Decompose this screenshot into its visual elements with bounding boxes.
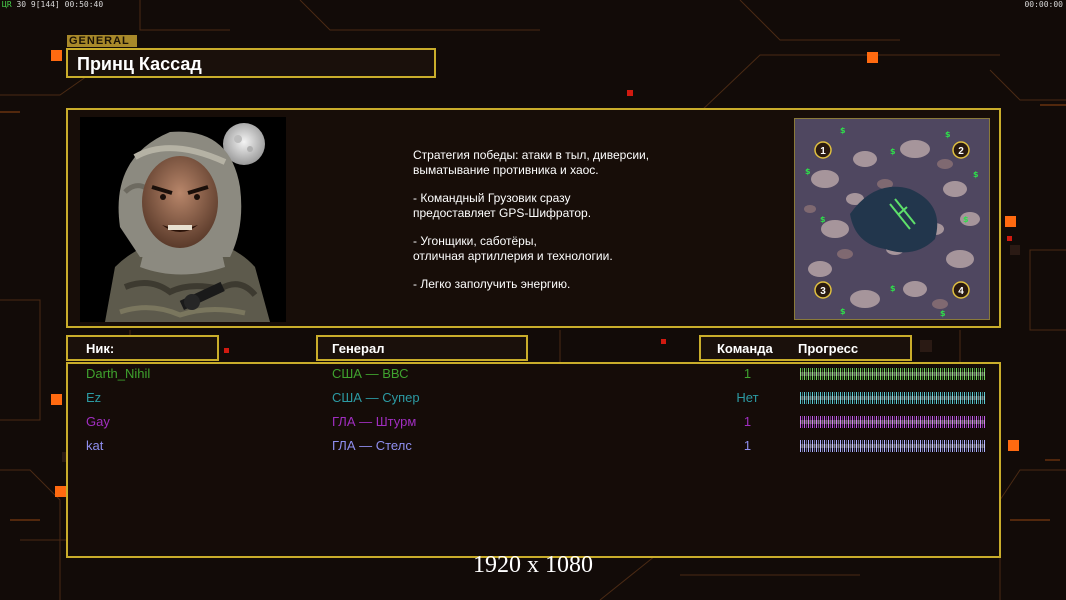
start-position-4-label: 4 <box>958 286 964 297</box>
player-general: США — Супер <box>332 390 420 405</box>
hud-clock: 00:00:00 <box>1024 0 1063 9</box>
money-pile: $ <box>945 130 951 139</box>
general-portrait <box>80 117 286 322</box>
column-header-general: Генерал <box>316 335 528 361</box>
player-row: kat ГЛА — Стелс 1 <box>0 436 1066 456</box>
description-line-1: Стратегия победы: атаки в тыл, диверсии,… <box>413 148 650 177</box>
money-pile: $ <box>840 307 846 316</box>
player-row: Gay ГЛА — Штурм 1 <box>0 412 1066 432</box>
description-line-3: - Угонщики, саботёры, отличная артиллери… <box>413 234 613 263</box>
portrait-image <box>105 123 270 322</box>
player-general: ГЛА — Штурм <box>332 414 417 429</box>
money-pile: $ <box>890 147 896 156</box>
player-row: Darth_Nihil США — ВВС 1 <box>0 364 1066 384</box>
description-line-4: - Легко заполучить энергию. <box>413 277 571 291</box>
map-preview: $ $ $ $ $ $ $ $ $ $ 1 2 3 4 <box>794 118 990 320</box>
column-header-nick-label: Ник: <box>86 341 115 356</box>
player-nick: Ez <box>86 390 102 405</box>
start-position-1[interactable]: 1 <box>814 141 832 159</box>
money-pile: $ <box>963 215 969 224</box>
description-line-2: - Командный Грузовик сразу предоставляет… <box>413 191 592 220</box>
column-header-team-progress: Команда Прогресс <box>699 335 912 361</box>
money-pile: $ <box>840 126 846 135</box>
column-header-progress-label: Прогресс <box>798 341 859 356</box>
start-position-3[interactable]: 3 <box>814 281 832 299</box>
player-team: 1 <box>743 414 752 429</box>
start-position-4[interactable]: 4 <box>952 281 970 299</box>
player-nick: Darth_Nihil <box>86 366 151 381</box>
money-pile: $ <box>890 284 896 293</box>
general-name: Принц Кассад <box>77 54 202 74</box>
money-pile: $ <box>820 215 826 224</box>
start-position-1-label: 1 <box>820 146 826 157</box>
player-progress-bar <box>800 392 985 404</box>
money-pile: $ <box>940 309 946 318</box>
player-general: ГЛА — Стелс <box>332 438 412 453</box>
hud-stats-text: 30 9[144] 00:50:40 <box>11 0 104 9</box>
player-progress-bar <box>800 368 985 380</box>
player-team: 1 <box>743 438 752 453</box>
start-position-3-label: 3 <box>820 286 826 297</box>
start-position-2-label: 2 <box>958 146 964 157</box>
general-title-box: Принц Кассад <box>66 48 436 78</box>
general-tag: GENERAL <box>67 35 137 47</box>
player-row: Ez США — Супер Нет <box>0 388 1066 408</box>
player-team: Нет <box>736 390 759 405</box>
minimap-image: $ $ $ $ $ $ $ $ $ $ 1 2 3 4 <box>795 119 989 319</box>
start-position-2[interactable]: 2 <box>952 141 970 159</box>
player-team: 1 <box>743 366 752 381</box>
player-progress-bar <box>800 440 985 452</box>
column-header-general-label: Генерал <box>332 341 385 356</box>
resolution-label: 1920 x 1080 <box>473 552 593 578</box>
money-pile: $ <box>805 167 811 176</box>
hud-prefix: ЦR <box>2 0 12 9</box>
player-general: США — ВВС <box>332 366 409 381</box>
column-header-nick: Ник: <box>66 335 219 361</box>
player-progress-bar <box>800 416 985 428</box>
hud-stats: ЦR 30 9[144] 00:50:40 <box>2 0 103 9</box>
general-description: Стратегия победы: атаки в тыл, диверсии,… <box>413 148 743 305</box>
player-nick: kat <box>86 438 104 453</box>
player-nick: Gay <box>86 414 110 429</box>
money-pile: $ <box>973 170 979 179</box>
column-header-team-label: Команда <box>717 341 773 356</box>
